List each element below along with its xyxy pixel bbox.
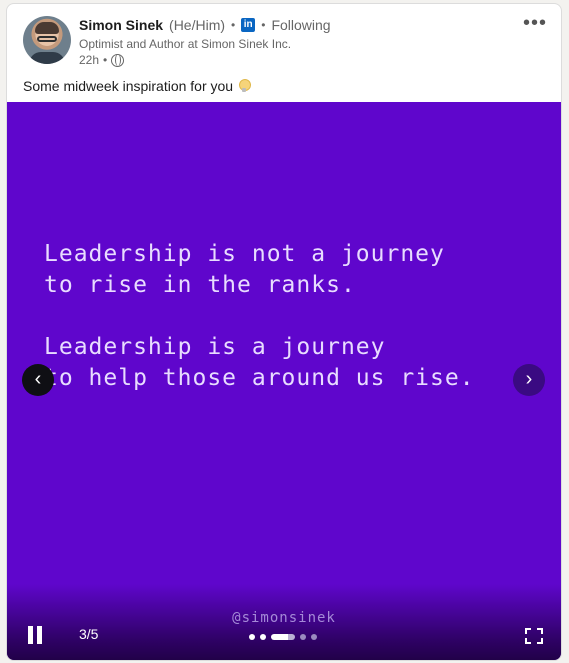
feed-post-card: Simon Sinek (He/Him) • in • Following Op… (6, 3, 562, 661)
post-caption: Some midweek inspiration for you (23, 78, 252, 94)
author-name[interactable]: Simon Sinek (79, 17, 163, 33)
avatar-shirt (29, 52, 65, 64)
slide-handle: @simonsinek (232, 610, 336, 626)
pause-icon[interactable] (27, 626, 43, 644)
author-avatar[interactable] (23, 16, 71, 64)
pagination-dot-5[interactable] (311, 634, 317, 640)
post-time: 22h (79, 53, 100, 67)
next-slide-button[interactable]: › (513, 364, 545, 396)
pagination-dot-3-active[interactable] (271, 634, 295, 640)
fullscreen-icon[interactable] (525, 628, 543, 644)
follow-status[interactable]: Following (271, 17, 330, 33)
pagination-dot-2[interactable] (260, 634, 266, 640)
quote-line: Leadership is not a journey (44, 241, 445, 267)
more-options-icon[interactable]: ••• (523, 12, 547, 35)
pagination-dots (249, 634, 317, 640)
post-meta: 22h • (79, 53, 125, 67)
avatar-glasses (37, 36, 57, 42)
slide-quote: Leadership is not a journey to rise in t… (44, 239, 514, 394)
separator-dot: • (261, 18, 266, 32)
author-row: Simon Sinek (He/Him) • in • Following (79, 17, 331, 33)
separator-dot: • (231, 18, 236, 32)
quote-line: to rise in the ranks. (44, 272, 356, 298)
post-header: Simon Sinek (He/Him) • in • Following Op… (7, 4, 561, 102)
caption-text: Some midweek inspiration for you (23, 78, 234, 94)
quote-gap (44, 301, 514, 332)
carousel-slide[interactable]: Leadership is not a journey to rise in t… (7, 102, 561, 660)
quote-line: to help those around us rise. (44, 365, 475, 391)
globe-icon (111, 53, 125, 67)
pagination-dot-1[interactable] (249, 634, 255, 640)
previous-slide-button[interactable]: ‹ (22, 364, 54, 396)
quote-line: Leadership is a journey (44, 334, 386, 360)
author-pronouns: (He/Him) (169, 17, 226, 33)
linkedin-badge-icon: in (241, 18, 256, 32)
avatar-hair (35, 22, 59, 34)
slide-counter: 3/5 (79, 626, 99, 642)
separator-dot: • (103, 53, 108, 67)
author-headline: Optimist and Author at Simon Sinek Inc. (79, 37, 292, 51)
pagination-dot-4[interactable] (300, 634, 306, 640)
lightbulb-icon (239, 79, 252, 93)
